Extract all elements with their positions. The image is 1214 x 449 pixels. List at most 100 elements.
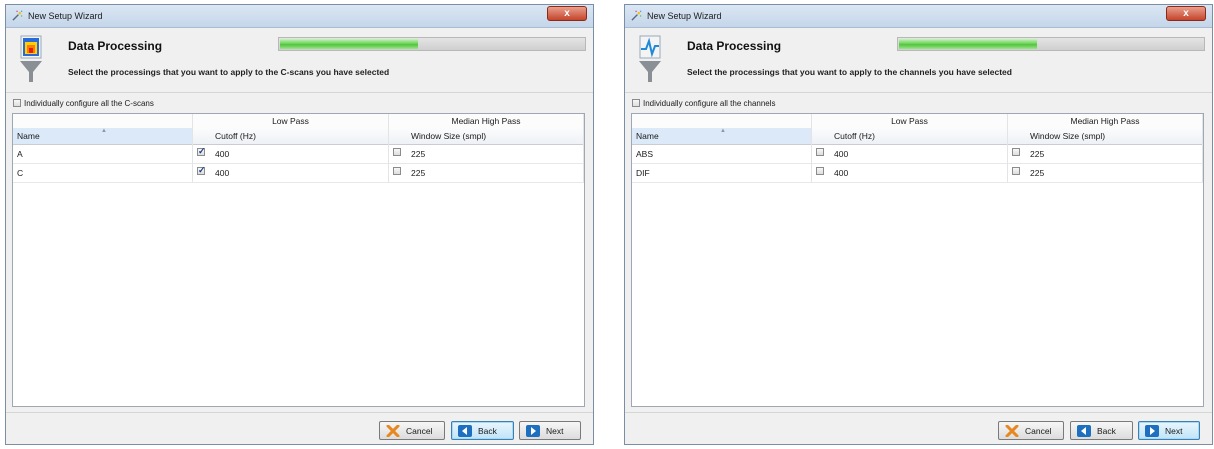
low-pass-cell: 400: [193, 163, 389, 182]
cancel-x-icon: [386, 424, 400, 437]
name-cell: C: [13, 163, 193, 182]
sort-ascending-icon: ▲: [720, 128, 726, 134]
back-button[interactable]: Back: [451, 421, 514, 440]
sort-ascending-icon: ▲: [101, 128, 107, 134]
low-pass-checkbox[interactable]: [197, 165, 206, 176]
column-header-window-size[interactable]: Window Size (smpl): [389, 128, 584, 144]
next-arrow-icon: [1145, 424, 1159, 437]
cutoff-value[interactable]: 400: [215, 149, 229, 159]
group-title: Low Pass: [272, 116, 309, 126]
window-size-value[interactable]: 225: [1030, 168, 1044, 178]
back-arrow-icon: [1077, 424, 1091, 437]
low-pass-checkbox[interactable]: [816, 148, 824, 156]
high-pass-cell: 225: [1008, 163, 1203, 182]
cancel-button[interactable]: Cancel: [379, 421, 445, 440]
close-icon: x: [564, 8, 570, 19]
column-header-window-size[interactable]: Window Size (smpl): [1008, 128, 1203, 144]
wizard-window-cscans: New Setup Wizard x Data Processing Selec…: [5, 4, 594, 445]
heatmap-funnel-icon: [20, 35, 42, 82]
close-button[interactable]: x: [547, 6, 587, 21]
low-pass-checkbox[interactable]: [197, 146, 206, 157]
group-header-empty: [632, 114, 812, 128]
next-button[interactable]: Next: [1138, 421, 1200, 440]
high-pass-checkbox[interactable]: [393, 167, 401, 175]
table-row[interactable]: DIF 400 225: [632, 163, 1203, 183]
group-header-empty: [13, 114, 193, 128]
row-name: ABS: [636, 149, 654, 159]
wizard-progress-bar: [278, 37, 586, 51]
individual-config-option[interactable]: Individually configure all the C-scans: [13, 97, 154, 109]
wizard-header: Data Processing Select the processings t…: [625, 28, 1212, 88]
back-label: Back: [478, 425, 497, 436]
window-title: New Setup Wizard: [28, 11, 103, 21]
high-pass-checkbox[interactable]: [1012, 148, 1020, 156]
back-button[interactable]: Back: [1070, 421, 1133, 440]
page-subtitle: Select the processings that you want to …: [687, 67, 1012, 77]
individual-config-label: Individually configure all the C-scans: [24, 98, 154, 108]
row-name: A: [17, 149, 23, 159]
window-size-value[interactable]: 225: [411, 149, 425, 159]
cutoff-value[interactable]: 400: [834, 168, 848, 178]
cancel-button[interactable]: Cancel: [998, 421, 1064, 440]
table-row[interactable]: C 400 225: [13, 163, 584, 183]
low-pass-cell: 400: [812, 144, 1008, 163]
group-title: Median High Pass: [1070, 116, 1140, 126]
processing-table: Low Pass Median High Pass ▲ Name Cutoff …: [631, 113, 1204, 407]
table-row[interactable]: A 400 225: [13, 144, 584, 164]
column-header-name[interactable]: ▲ Name: [632, 128, 812, 144]
progress-fill: [899, 39, 1037, 49]
footer-divider: [625, 412, 1212, 413]
high-pass-checkbox[interactable]: [1012, 167, 1020, 175]
table-row[interactable]: ABS 400 225: [632, 144, 1203, 164]
next-label: Next: [546, 425, 564, 436]
next-label: Next: [1165, 425, 1183, 436]
back-label: Back: [1097, 425, 1116, 436]
window-size-value[interactable]: 225: [1030, 149, 1044, 159]
row-name: DIF: [636, 168, 650, 178]
name-cell: A: [13, 144, 193, 163]
page-subtitle: Select the processings that you want to …: [68, 67, 390, 77]
individual-config-checkbox[interactable]: [13, 99, 21, 107]
low-pass-cell: 400: [812, 163, 1008, 182]
high-pass-cell: 225: [389, 163, 584, 182]
cutoff-value[interactable]: 400: [215, 168, 229, 178]
divider: [625, 92, 1212, 93]
magic-wand-icon: [12, 10, 23, 21]
column-header-name[interactable]: ▲ Name: [13, 128, 193, 144]
progress-fill: [280, 39, 418, 49]
cancel-label: Cancel: [406, 425, 433, 436]
column-title: Cutoff (Hz): [215, 131, 256, 141]
page-title: Data Processing: [68, 39, 163, 53]
group-header-row: Low Pass Median High Pass: [632, 114, 1203, 129]
wizard-progress-bar: [897, 37, 1205, 51]
title-bar[interactable]: New Setup Wizard x: [6, 5, 593, 28]
title-bar[interactable]: New Setup Wizard x: [625, 5, 1212, 28]
divider: [6, 92, 593, 93]
close-icon: x: [1183, 8, 1189, 19]
cancel-x-icon: [1005, 424, 1019, 437]
row-name: C: [17, 168, 24, 178]
next-arrow-icon: [526, 424, 540, 437]
column-title: Cutoff (Hz): [834, 131, 875, 141]
next-button[interactable]: Next: [519, 421, 581, 440]
group-header-low-pass: Low Pass: [812, 114, 1008, 128]
column-title: Name: [17, 131, 40, 141]
low-pass-cell: 400: [193, 144, 389, 163]
low-pass-checkbox[interactable]: [816, 167, 824, 175]
window-size-value[interactable]: 225: [411, 168, 425, 178]
group-title: Median High Pass: [451, 116, 521, 126]
cutoff-value[interactable]: 400: [834, 149, 848, 159]
column-header-cutoff[interactable]: Cutoff (Hz): [812, 128, 1008, 144]
individual-config-option[interactable]: Individually configure all the channels: [632, 97, 776, 109]
processing-table: Low Pass Median High Pass ▲ Name Cutoff …: [12, 113, 585, 407]
column-title: Window Size (smpl): [411, 131, 487, 141]
column-title: Window Size (smpl): [1030, 131, 1106, 141]
individual-config-checkbox[interactable]: [632, 99, 640, 107]
column-header-cutoff[interactable]: Cutoff (Hz): [193, 128, 389, 144]
close-button[interactable]: x: [1166, 6, 1206, 21]
column-title: Name: [636, 131, 659, 141]
group-header-median-high-pass: Median High Pass: [1008, 114, 1203, 128]
high-pass-checkbox[interactable]: [393, 148, 401, 156]
back-arrow-icon: [458, 424, 472, 437]
wizard-window-channels: New Setup Wizard x Data Processing Selec…: [624, 4, 1213, 445]
